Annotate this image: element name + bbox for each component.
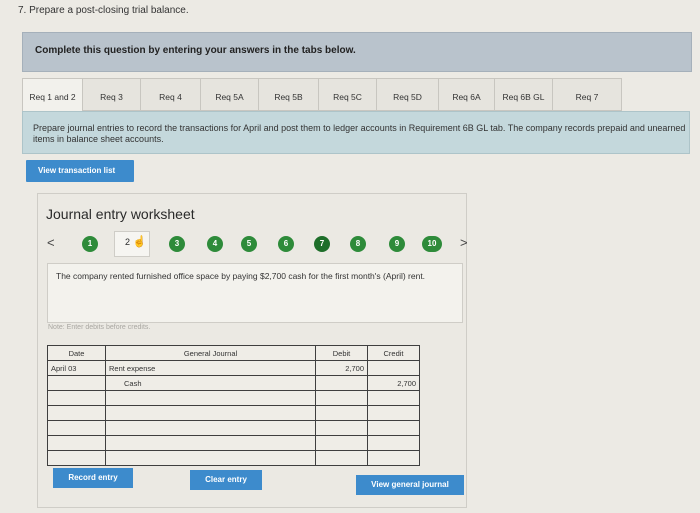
record-entry-button[interactable]: Record entry: [53, 468, 133, 488]
tab-req-6a[interactable]: Req 6A: [438, 78, 494, 111]
account-cell[interactable]: [105, 435, 316, 451]
table-row: [47, 420, 420, 436]
requirement-tabs: Req 1 and 2 Req 3 Req 4 Req 5A Req 5B Re…: [22, 78, 622, 111]
tab-req-5d[interactable]: Req 5D: [376, 78, 438, 111]
date-cell[interactable]: [47, 435, 106, 451]
journal-header-row: Date General Journal Debit Credit: [47, 345, 420, 361]
hand-cursor-icon: ☝: [132, 236, 147, 248]
tab-req-3[interactable]: Req 3: [82, 78, 140, 111]
debit-cell[interactable]: [315, 405, 368, 421]
step-8[interactable]: 8: [350, 236, 366, 252]
requirement-description: Prepare journal entries to record the tr…: [22, 111, 690, 154]
credit-cell[interactable]: [367, 405, 420, 421]
step-4[interactable]: 4: [207, 236, 223, 252]
tab-req-1-and-2[interactable]: Req 1 and 2: [22, 78, 82, 111]
step-6[interactable]: 6: [278, 236, 294, 252]
debit-cell[interactable]: [315, 375, 368, 391]
step-5[interactable]: 5: [241, 236, 257, 252]
table-row: April 03 Rent expense 2,700: [47, 360, 420, 376]
tab-req-5a[interactable]: Req 5A: [200, 78, 258, 111]
clear-entry-button[interactable]: Clear entry: [190, 470, 262, 490]
col-debit-header: Debit: [315, 345, 368, 361]
tab-req-7[interactable]: Req 7: [552, 78, 622, 111]
transaction-description: The company rented furnished office spac…: [47, 263, 463, 323]
table-row: [47, 435, 420, 451]
journal-table: Date General Journal Debit Credit April …: [47, 345, 420, 466]
account-cell[interactable]: [105, 420, 316, 436]
debit-cell[interactable]: [315, 435, 368, 451]
credit-cell[interactable]: [367, 390, 420, 406]
question-title: 7. Prepare a post-closing trial balance.: [18, 5, 189, 16]
debit-cell[interactable]: [315, 390, 368, 406]
account-cell[interactable]: Rent expense: [105, 360, 316, 376]
worksheet-title: Journal entry worksheet: [46, 206, 195, 222]
col-date-header: Date: [47, 345, 106, 361]
table-row: [47, 405, 420, 421]
credit-cell[interactable]: [367, 450, 420, 466]
step-7[interactable]: 7: [314, 236, 330, 252]
table-row: Cash 2,700: [47, 375, 420, 391]
account-cell[interactable]: Cash: [105, 375, 316, 391]
instruction-banner: Complete this question by entering your …: [22, 32, 692, 72]
view-general-journal-button[interactable]: View general journal: [356, 475, 464, 495]
debit-cell[interactable]: [315, 420, 368, 436]
date-cell[interactable]: [47, 450, 106, 466]
date-cell[interactable]: [47, 390, 106, 406]
date-cell[interactable]: [47, 405, 106, 421]
tab-req-6b-gl[interactable]: Req 6B GL: [494, 78, 552, 111]
tab-req-5b[interactable]: Req 5B: [258, 78, 318, 111]
credit-cell[interactable]: [367, 420, 420, 436]
view-transaction-list-button[interactable]: View transaction list: [26, 160, 134, 182]
step-3[interactable]: 3: [169, 236, 185, 252]
account-cell[interactable]: [105, 390, 316, 406]
step-2-label: 2: [125, 237, 131, 247]
step-10[interactable]: 10: [422, 236, 442, 252]
debit-cell[interactable]: 2,700: [315, 360, 368, 376]
date-cell[interactable]: [47, 420, 106, 436]
table-row: [47, 450, 420, 466]
date-cell[interactable]: [47, 375, 106, 391]
account-cell[interactable]: [105, 405, 316, 421]
col-general-journal-header: General Journal: [105, 345, 316, 361]
tab-req-5c[interactable]: Req 5C: [318, 78, 376, 111]
account-cell[interactable]: [105, 450, 316, 466]
step-2-current[interactable]: 2 ☝: [114, 231, 150, 257]
prev-arrow-icon[interactable]: <: [47, 235, 55, 250]
credit-cell[interactable]: 2,700: [367, 375, 420, 391]
table-row: [47, 390, 420, 406]
debit-cell[interactable]: [315, 450, 368, 466]
credit-cell[interactable]: [367, 360, 420, 376]
date-cell[interactable]: April 03: [47, 360, 106, 376]
step-9[interactable]: 9: [389, 236, 405, 252]
tab-req-4[interactable]: Req 4: [140, 78, 200, 111]
step-1[interactable]: 1: [82, 236, 98, 252]
debit-credit-note: Note: Enter debits before credits.: [48, 324, 151, 331]
credit-cell[interactable]: [367, 435, 420, 451]
col-credit-header: Credit: [367, 345, 420, 361]
next-arrow-icon[interactable]: >: [460, 235, 468, 250]
